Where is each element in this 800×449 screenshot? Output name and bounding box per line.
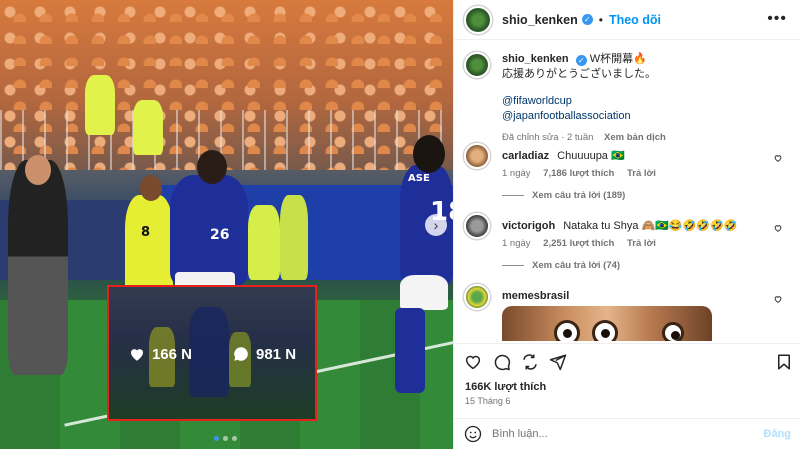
steward-figure xyxy=(85,75,115,135)
overlay-comments-count: 981 N xyxy=(256,345,297,363)
post-header: shio_kenken ✓ • Theo dõi ••• xyxy=(454,0,800,40)
shirt-name: ASE xyxy=(408,173,430,184)
avatar[interactable] xyxy=(464,284,490,310)
post-media[interactable]: 8 26 ASE 18 › 166 N 981 N xyxy=(0,0,453,449)
verified-icon: ✓ xyxy=(575,55,587,66)
heart-icon[interactable] xyxy=(773,223,783,233)
coach-head xyxy=(25,155,51,185)
stand-railing xyxy=(0,110,453,170)
coach-figure xyxy=(8,160,68,375)
verified-icon: ✓ xyxy=(581,14,593,25)
avatar[interactable] xyxy=(464,52,490,78)
media-hover-overlay[interactable]: 166 N 981 N xyxy=(107,285,317,421)
comment-time: 1 ngày xyxy=(502,168,531,179)
comment-likes[interactable]: 7,186 lượt thích xyxy=(543,168,614,179)
comment-username[interactable]: carladiaz xyxy=(502,150,549,162)
overlay-likes-count: 166 N xyxy=(151,345,192,363)
more-icon[interactable]: ••• xyxy=(767,10,787,28)
avatar[interactable] xyxy=(464,213,490,239)
follow-button[interactable]: Theo dõi xyxy=(609,13,661,27)
separator: • xyxy=(598,12,603,27)
player-legs xyxy=(395,308,425,393)
heart-icon[interactable] xyxy=(773,294,783,304)
referee-number: 8 xyxy=(141,225,151,240)
meme-eye xyxy=(592,320,618,341)
overlay-stats: 166 N 981 N xyxy=(109,345,315,363)
caption-edited-time: Đã chỉnh sửa · 2 tuần xyxy=(502,132,594,143)
caption-line: 応援ありがとうございました。 xyxy=(502,68,656,80)
carousel-dot xyxy=(223,436,228,441)
translate-link[interactable]: Xem bản dịch xyxy=(604,132,666,143)
jersey-number: 26 xyxy=(210,227,230,243)
comment-item: carladiaz Chuuuupa 🇧🇷 1 ngày 7,186 lượt … xyxy=(464,143,791,203)
player-head xyxy=(197,150,227,184)
player-head xyxy=(413,135,445,173)
emoji-icon[interactable] xyxy=(464,425,482,443)
steward-figure xyxy=(133,100,163,155)
comment-body: victorigoh Nataka tu Shya 🙈🇧🇷😂🤣🤣🤣🤣 xyxy=(502,219,772,232)
share-icon[interactable] xyxy=(521,353,539,371)
carousel-dot xyxy=(232,436,237,441)
likes-count[interactable]: 166K lượt thích xyxy=(465,381,546,393)
mention-link[interactable]: @japanfootballassociation xyxy=(502,109,782,124)
comment-username[interactable]: memesbrasil xyxy=(502,290,569,302)
comment-item: memesbrasil xyxy=(464,284,791,341)
comment-text: Chuuuupa 🇧🇷 xyxy=(557,150,625,162)
comments-scroll[interactable]: shio_kenken ✓ W杯開幕🔥 応援ありがとうございました。 @fifa… xyxy=(454,41,800,341)
post-panel: shio_kenken ✓ • Theo dõi ••• shio_kenken… xyxy=(453,0,800,449)
view-replies-link[interactable]: Xem câu trả lời (74) xyxy=(502,260,620,271)
avatar[interactable] xyxy=(464,5,492,34)
carousel-dot xyxy=(214,436,219,441)
avatar[interactable] xyxy=(464,143,490,169)
view-replies-link[interactable]: Xem câu trả lời (189) xyxy=(502,190,625,201)
caption-line: W杯開幕🔥 xyxy=(589,53,647,65)
steward-figure xyxy=(280,195,308,280)
caption-text: shio_kenken ✓ W杯開幕🔥 応援ありがとうございました。 @fifa… xyxy=(502,52,782,145)
mention-link[interactable]: @fifaworldcup xyxy=(502,94,782,109)
comment-username[interactable]: victorigoh xyxy=(502,220,555,232)
comment-time: 1 ngày xyxy=(502,238,531,249)
comment-meta: 1 ngày 2,251 lượt thích Trả lời xyxy=(502,238,666,249)
overlay-comments: 981 N xyxy=(232,345,296,363)
comment-bar: Đăng xyxy=(454,418,800,449)
comment-meta: 1 ngày 7,186 lượt thích Trả lời xyxy=(502,168,666,179)
bookmark-icon[interactable] xyxy=(775,353,793,371)
action-bar xyxy=(454,343,800,377)
player-figure: 26 xyxy=(170,175,248,285)
comment-body: memesbrasil xyxy=(502,290,772,302)
send-icon[interactable] xyxy=(549,353,567,371)
comment-item: victorigoh Nataka tu Shya 🙈🇧🇷😂🤣🤣🤣🤣 1 ngà… xyxy=(464,213,791,273)
heart-icon[interactable] xyxy=(464,353,482,371)
reply-button[interactable]: Trả lời xyxy=(627,238,656,249)
heart-icon[interactable] xyxy=(773,153,783,163)
chevron-right-icon[interactable]: › xyxy=(425,214,447,236)
referee-head xyxy=(140,175,162,201)
meme-eye xyxy=(554,320,580,341)
post-date[interactable]: 15 Tháng 6 xyxy=(465,396,510,406)
heart-icon xyxy=(130,349,143,361)
caption: shio_kenken ✓ W杯開幕🔥 応援ありがとうございました。 @fifa… xyxy=(464,52,784,143)
steward-figure xyxy=(248,205,280,280)
comment-icon xyxy=(234,347,248,361)
comment-body: carladiaz Chuuuupa 🇧🇷 xyxy=(502,149,772,162)
comment-text: Nataka tu Shya 🙈🇧🇷😂🤣🤣🤣🤣 xyxy=(563,220,738,232)
comment-input[interactable] xyxy=(492,428,764,440)
player-shorts xyxy=(400,275,448,310)
post-comment-button[interactable]: Đăng xyxy=(764,428,792,440)
caption-username[interactable]: shio_kenken xyxy=(502,53,569,65)
reply-button[interactable]: Trả lời xyxy=(627,168,656,179)
comment-likes[interactable]: 2,251 lượt thích xyxy=(543,238,614,249)
carousel-dots xyxy=(214,436,237,441)
comment-image[interactable] xyxy=(502,306,712,341)
comment-icon[interactable] xyxy=(493,353,511,371)
meme-eye xyxy=(662,322,684,341)
overlay-likes: 166 N xyxy=(128,345,192,363)
username[interactable]: shio_kenken xyxy=(502,13,578,27)
